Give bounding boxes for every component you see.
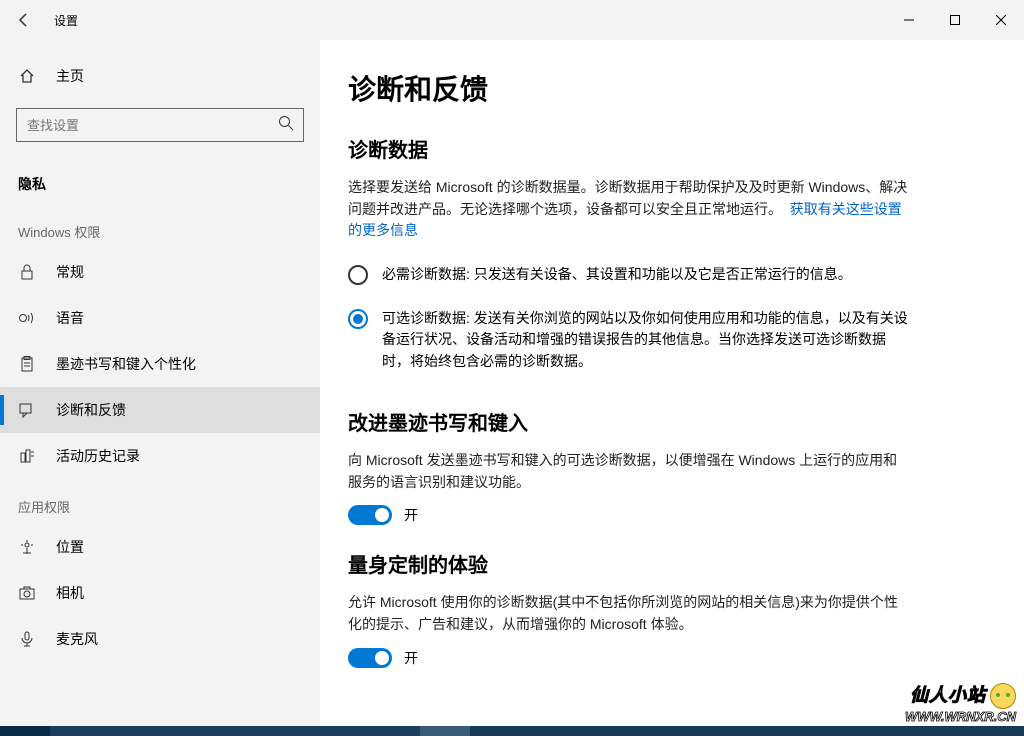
search-input[interactable] <box>16 108 304 142</box>
nav-label: 诊断和反馈 <box>56 400 126 420</box>
back-button[interactable] <box>0 0 48 40</box>
category-header: 隐私 <box>0 160 320 204</box>
minimize-icon <box>904 15 914 25</box>
radio-optional-text: 可选诊断数据: 发送有关你浏览的网站以及你如何使用应用和功能的信息，以及有关设备… <box>382 308 908 373</box>
nav-label: 麦克风 <box>56 629 98 649</box>
window-controls <box>886 4 1024 36</box>
content-pane: 诊断和反馈 诊断数据 选择要发送给 Microsoft 的诊断数据量。诊断数据用… <box>320 40 1024 726</box>
location-icon <box>18 538 36 556</box>
nav-item-location[interactable]: 位置 <box>0 524 320 570</box>
nav-item-activity[interactable]: 活动历史记录 <box>0 433 320 479</box>
diagnostic-description: 选择要发送给 Microsoft 的诊断数据量。诊断数据用于帮助保护及及时更新 … <box>348 177 908 242</box>
search-wrap <box>16 108 304 142</box>
nav-label: 墨迹书写和键入个性化 <box>56 354 196 374</box>
nav-item-camera[interactable]: 相机 <box>0 570 320 616</box>
nav-item-general[interactable]: 常规 <box>0 249 320 295</box>
nav-label: 语音 <box>56 308 84 328</box>
nav-label: 活动历史记录 <box>56 446 140 466</box>
toggle-inking[interactable] <box>348 505 392 525</box>
window-title: 设置 <box>48 12 78 29</box>
home-icon <box>18 67 36 85</box>
section-heading-tailored: 量身定制的体验 <box>348 549 984 578</box>
toggle-inking-label: 开 <box>404 505 418 525</box>
maximize-icon <box>950 15 960 25</box>
group-header-apps: 应用权限 <box>0 479 320 524</box>
titlebar: 设置 <box>0 0 1024 40</box>
history-icon <box>18 447 36 465</box>
home-label: 主页 <box>56 66 84 86</box>
close-icon <box>996 15 1006 25</box>
group-header-windows: Windows 权限 <box>0 204 320 249</box>
toggle-tailored-label: 开 <box>404 648 418 668</box>
nav-label: 相机 <box>56 583 84 603</box>
lock-icon <box>18 263 36 281</box>
radio-circle-icon <box>348 265 368 285</box>
nav-label: 位置 <box>56 537 84 557</box>
nav-item-microphone[interactable]: 麦克风 <box>0 616 320 662</box>
toggle-tailored[interactable] <box>348 648 392 668</box>
nav-item-speech[interactable]: 语音 <box>0 295 320 341</box>
clipboard-icon <box>18 355 36 373</box>
feedback-icon <box>18 401 36 419</box>
sidebar: 主页 隐私 Windows 权限 常规 语音 墨迹书写和键入个性化 诊断和反馈 … <box>0 40 320 726</box>
radio-circle-selected-icon <box>348 309 368 329</box>
arrow-left-icon <box>16 12 32 28</box>
radio-optional[interactable]: 可选诊断数据: 发送有关你浏览的网站以及你如何使用应用和功能的信息，以及有关设备… <box>348 308 908 373</box>
section-heading-diagnostic: 诊断数据 <box>348 134 984 163</box>
home-link[interactable]: 主页 <box>0 56 320 96</box>
inking-description: 向 Microsoft 发送墨迹书写和键入的可选诊断数据，以便增强在 Windo… <box>348 450 908 493</box>
camera-icon <box>18 584 36 602</box>
page-title: 诊断和反馈 <box>348 68 984 108</box>
tailored-description: 允许 Microsoft 使用你的诊断数据(其中不包括你所浏览的网站的相关信息)… <box>348 592 908 635</box>
search-icon <box>278 115 294 136</box>
nav-item-diagnostics[interactable]: 诊断和反馈 <box>0 387 320 433</box>
nav-label: 常规 <box>56 262 84 282</box>
taskbar[interactable] <box>0 726 1024 736</box>
radio-required[interactable]: 必需诊断数据: 只发送有关设备、其设置和功能以及它是否正常运行的信息。 <box>348 264 908 286</box>
section-heading-inking: 改进墨迹书写和键入 <box>348 407 984 436</box>
maximize-button[interactable] <box>932 4 978 36</box>
nav-item-inking[interactable]: 墨迹书写和键入个性化 <box>0 341 320 387</box>
radio-required-text: 必需诊断数据: 只发送有关设备、其设置和功能以及它是否正常运行的信息。 <box>382 264 852 286</box>
close-button[interactable] <box>978 4 1024 36</box>
speech-icon <box>18 309 36 327</box>
microphone-icon <box>18 630 36 648</box>
minimize-button[interactable] <box>886 4 932 36</box>
